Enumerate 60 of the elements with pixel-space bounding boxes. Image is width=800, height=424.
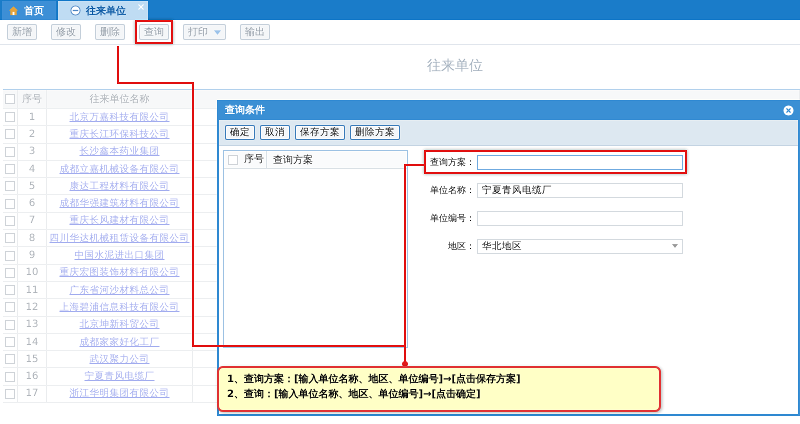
row-number: 1 (18, 109, 47, 126)
row-number: 10 (18, 264, 47, 281)
row-number: 3 (18, 144, 47, 160)
row-number: 5 (18, 178, 47, 194)
row-number: 17 (18, 386, 47, 402)
print-dropdown[interactable]: 打印 (183, 24, 226, 40)
dialog-button[interactable]: 取消 (260, 125, 290, 140)
input-field[interactable]: 宁夏青风电缆厂 (477, 182, 683, 198)
row-number: 2 (18, 126, 47, 143)
toolbar-button[interactable]: 查询 (139, 24, 169, 40)
field-label: 单位编号： (429, 212, 475, 224)
toolbar-button[interactable]: 输出 (240, 24, 270, 40)
company-link[interactable]: 长沙鑫本药业集团 (80, 145, 160, 158)
column-header: 序号 (18, 90, 47, 108)
row-number: 8 (18, 230, 47, 246)
field-label: 地区： (447, 240, 475, 252)
company-link[interactable]: 北京万嘉科技有限公司 (70, 110, 170, 124)
toolbar-button[interactable]: 删除 (95, 24, 125, 40)
tab[interactable]: 首页 (2, 1, 56, 20)
row-number: 12 (18, 299, 47, 316)
company-link[interactable]: 重庆长风建材有限公司 (70, 214, 170, 228)
dialog-title: 查询条件 (225, 104, 265, 117)
row-number: 4 (18, 160, 47, 178)
company-link[interactable]: 中国水泥进出口集团 (74, 249, 164, 262)
tab[interactable]: 往来单位 (58, 1, 148, 20)
company-link[interactable]: 北京坤新科贸公司 (80, 318, 160, 332)
toolbar-button[interactable]: 修改 (51, 24, 81, 40)
company-link[interactable]: 成都立嘉机械设备有限公司 (60, 162, 180, 176)
company-link[interactable]: 浙江华明集团有限公司 (70, 387, 170, 400)
row-number: 15 (18, 351, 47, 368)
company-link[interactable]: 武汉聚力公司 (90, 352, 150, 366)
company-link[interactable]: 成都家家好化工厂 (80, 336, 160, 348)
company-link[interactable]: 上海碧浦信息科技有限公司 (60, 300, 180, 314)
row-number: 6 (18, 195, 47, 212)
field-label: 查询方案： (429, 156, 475, 168)
dialog-button[interactable]: 保存方案 (295, 125, 345, 140)
column-header: 序号 (242, 151, 267, 168)
row-number: 7 (18, 212, 47, 230)
row-number: 16 (18, 368, 47, 385)
page-title: 往来单位 (427, 57, 483, 75)
field-label: 单位名称： (429, 184, 475, 196)
company-link[interactable]: 重庆宏图装饰材料有限公司 (60, 266, 180, 280)
toolbar-button[interactable]: 新增 (7, 24, 37, 40)
company-link[interactable]: 广东省河沙材料总公司 (70, 284, 170, 297)
row-number: 13 (18, 316, 47, 333)
company-link[interactable]: 重庆长江环保科技公司 (70, 128, 170, 141)
dialog-button[interactable]: 删除方案 (350, 125, 400, 140)
instruction-text: 1、查询方案：[输入单位名称、地区、单位编号]→[点击保存方案] (227, 372, 522, 386)
row-number: 11 (18, 282, 47, 298)
row-number: 9 (18, 247, 47, 264)
company-link[interactable]: 四川华达机械租赁设备有限公司 (50, 232, 190, 245)
row-number: 14 (18, 334, 47, 350)
column-header: 查询方案 (272, 154, 313, 166)
company-link[interactable]: 宁夏青风电缆厂 (84, 370, 154, 384)
company-link[interactable]: 康达工程材料有限公司 (70, 180, 170, 193)
dialog-button[interactable]: 确定 (225, 125, 255, 140)
instruction-text: 2、查询：[输入单位名称、地区、单位编号]→[点击确定] (227, 387, 482, 401)
company-link[interactable]: 成都华强建筑材料有限公司 (60, 197, 180, 210)
region-dropdown[interactable]: 华北地区 (477, 238, 683, 254)
column-header: 往来单位名称 (47, 90, 193, 108)
